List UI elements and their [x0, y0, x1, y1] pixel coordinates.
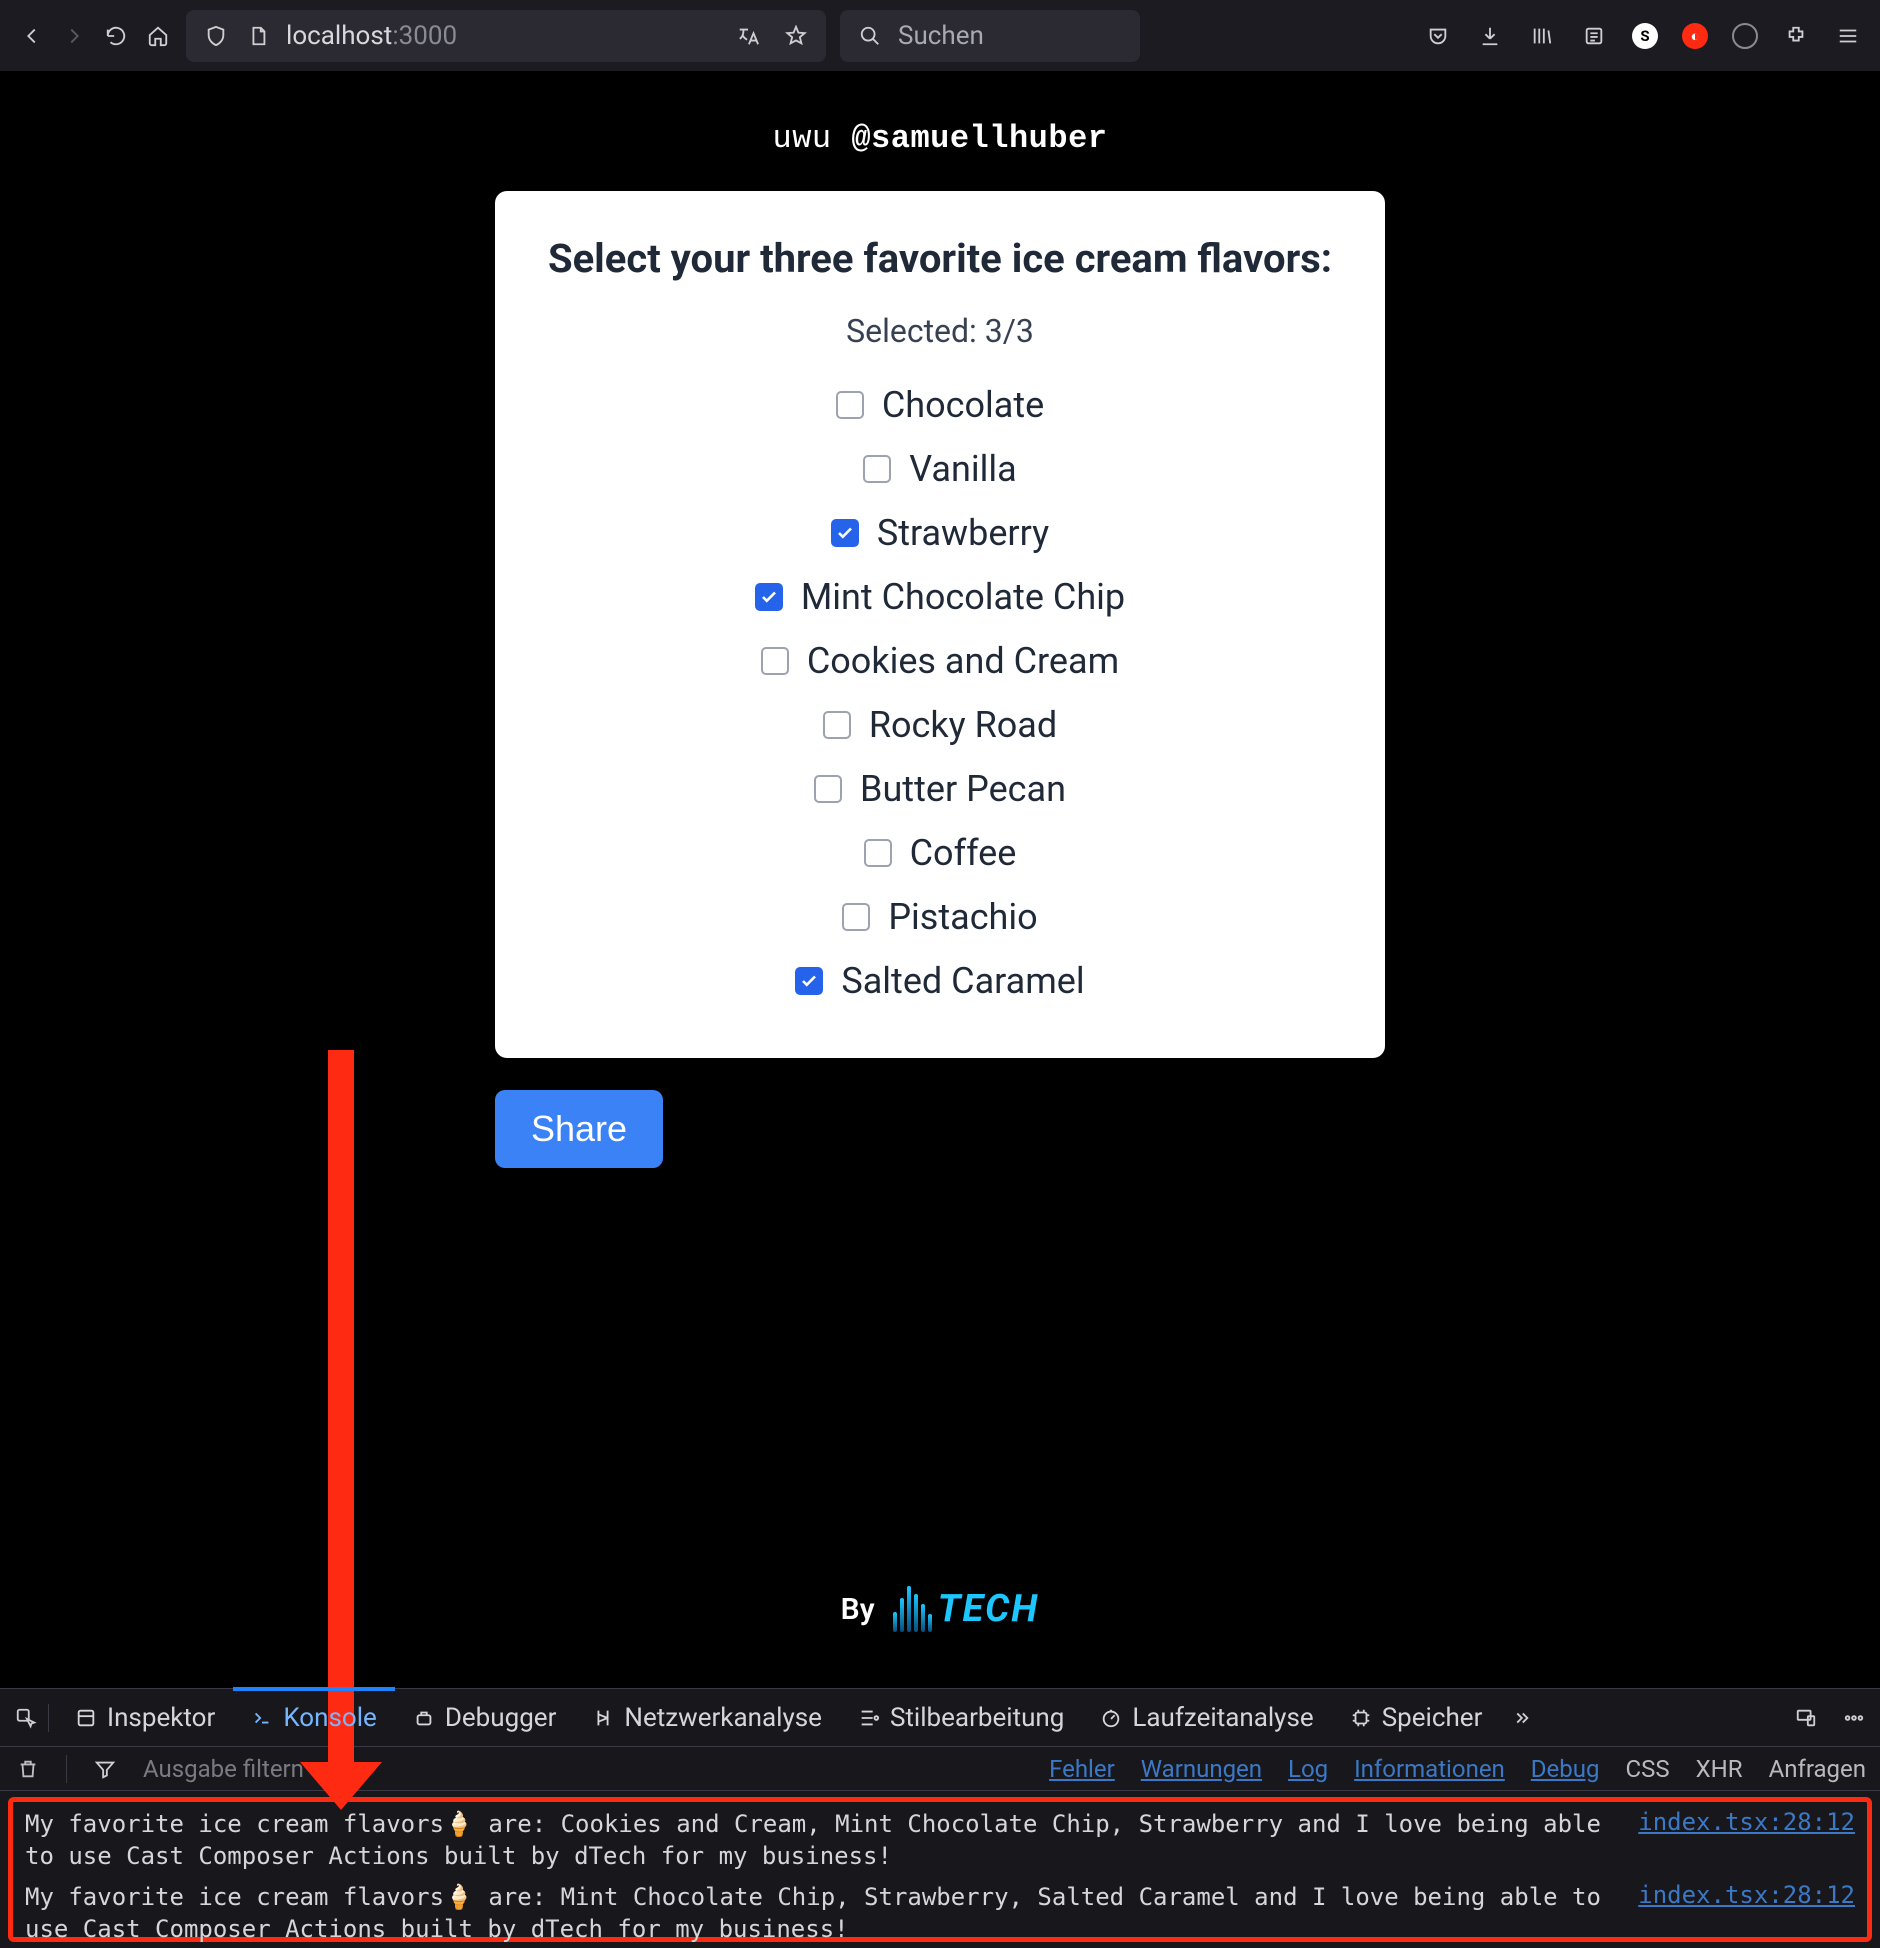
page-header: uwu @samuellhuber: [773, 72, 1108, 191]
flavor-checkbox[interactable]: [814, 775, 842, 803]
console-filter-bar: Ausgabe filtern Fehler Warnungen Log Inform…: [0, 1747, 1880, 1791]
console-level-fehler[interactable]: Fehler: [1049, 1755, 1115, 1783]
home-icon[interactable]: [144, 22, 172, 50]
console-message-text: My favorite ice cream flavors🍦 are: Cook…: [25, 1808, 1618, 1873]
flavor-label: Mint Chocolate Chip: [801, 576, 1125, 618]
flavor-checkbox[interactable]: [836, 391, 864, 419]
console-level-filters: Fehler Warnungen Log Informationen Debug CSS X…: [1049, 1755, 1866, 1783]
flavor-row[interactable]: Strawberry: [831, 512, 1049, 554]
clear-console-icon[interactable]: [14, 1755, 42, 1783]
flavor-label: Coffee: [910, 832, 1017, 874]
browser-toolbar: localhost:3000 Suchen S ◐: [0, 0, 1880, 72]
dtech-brand-text: TECH: [938, 1587, 1040, 1631]
library-icon[interactable]: [1528, 22, 1556, 50]
flavor-label: Strawberry: [877, 512, 1049, 554]
flavor-row[interactable]: Mint Chocolate Chip: [755, 576, 1125, 618]
flavor-label: Salted Caramel: [841, 960, 1084, 1002]
devtools-tabs: InspektorKonsoleDebuggerNetzwerkanalyseS…: [0, 1689, 1880, 1747]
console-message-source[interactable]: index.tsx:28:12: [1638, 1808, 1855, 1873]
search-bar[interactable]: Suchen: [840, 10, 1140, 62]
url-bar[interactable]: localhost:3000: [186, 10, 826, 62]
flavor-row[interactable]: Pistachio: [842, 896, 1037, 938]
devtools-tab-debugger[interactable]: Debugger: [395, 1689, 575, 1746]
flavor-checkbox[interactable]: [795, 967, 823, 995]
flavor-label: Butter Pecan: [860, 768, 1066, 810]
flavor-row[interactable]: Chocolate: [836, 384, 1044, 426]
console-message: My favorite ice cream flavors🍦 are: Mint…: [25, 1881, 1855, 1946]
devtools-tab-style[interactable]: Stilbearbeitung: [840, 1689, 1082, 1746]
flavor-checkbox[interactable]: [823, 711, 851, 739]
card-title: Select your three favorite ice cream fla…: [543, 235, 1337, 282]
flavor-checkbox[interactable]: [831, 519, 859, 547]
footer-credit: By TECH: [0, 1586, 1880, 1632]
console-output: My favorite ice cream flavors🍦 are: Cook…: [0, 1791, 1880, 1948]
flavor-row[interactable]: Butter Pecan: [814, 768, 1066, 810]
console-message-source[interactable]: index.tsx:28:12: [1638, 1881, 1855, 1946]
extension-badge-s[interactable]: S: [1632, 23, 1658, 49]
console-level-css[interactable]: CSS: [1625, 1755, 1669, 1783]
console-level-informationen[interactable]: Informationen: [1354, 1755, 1505, 1783]
console-level-log[interactable]: Log: [1288, 1755, 1328, 1783]
url-text: localhost:3000: [286, 21, 457, 51]
devtools-tab-console[interactable]: Konsole: [233, 1689, 395, 1746]
flavor-checkbox[interactable]: [863, 455, 891, 483]
flavor-label: Rocky Road: [869, 704, 1057, 746]
console-message: My favorite ice cream flavors🍦 are: Cook…: [25, 1808, 1855, 1873]
console-level-xhr[interactable]: XHR: [1696, 1755, 1743, 1783]
flavor-label: Chocolate: [882, 384, 1044, 426]
shield-icon[interactable]: [202, 22, 230, 50]
console-level-warnungen[interactable]: Warnungen: [1141, 1755, 1262, 1783]
selected-count: Selected: 3/3: [543, 312, 1337, 350]
devtools-tab-perf[interactable]: Laufzeitanalyse: [1082, 1689, 1331, 1746]
bookmark-star-icon[interactable]: [782, 22, 810, 50]
reader-icon[interactable]: [1580, 22, 1608, 50]
back-icon[interactable]: [18, 22, 46, 50]
devtools-tab-inspector[interactable]: Inspektor: [57, 1689, 233, 1746]
translate-icon[interactable]: [734, 22, 762, 50]
flavor-row[interactable]: Salted Caramel: [795, 960, 1084, 1002]
reload-icon[interactable]: [102, 22, 130, 50]
flavor-row[interactable]: Vanilla: [863, 448, 1016, 490]
flavor-label: Pistachio: [888, 896, 1037, 938]
downloads-icon[interactable]: [1476, 22, 1504, 50]
flavor-label: Cookies and Cream: [807, 640, 1119, 682]
flavor-checkbox[interactable]: [864, 839, 892, 867]
flavor-list: Chocolate Vanilla Strawberry Mint Chocolate…: [543, 384, 1337, 1002]
flavor-checkbox[interactable]: [755, 583, 783, 611]
console-filter-input[interactable]: Ausgabe filtern: [135, 1755, 312, 1783]
search-icon: [856, 22, 884, 50]
responsive-icon[interactable]: [1792, 1704, 1820, 1732]
devtools-panel: InspektorKonsoleDebuggerNetzwerkanalyseS…: [0, 1688, 1880, 1948]
footer-by-label: By: [841, 1592, 875, 1627]
flavor-row[interactable]: Cookies and Cream: [761, 640, 1119, 682]
extension-badge-empty[interactable]: [1732, 23, 1758, 49]
page-content: uwu @samuellhuber Select your three favo…: [0, 72, 1880, 1688]
devtools-menu-icon[interactable]: [1840, 1704, 1868, 1732]
pocket-icon[interactable]: [1424, 22, 1452, 50]
extensions-icon[interactable]: [1782, 22, 1810, 50]
extension-badge-ublock[interactable]: ◐: [1682, 23, 1708, 49]
devtools-tab-memory[interactable]: Speicher: [1332, 1689, 1501, 1746]
filter-funnel-icon[interactable]: [91, 1755, 119, 1783]
flavor-row[interactable]: Coffee: [864, 832, 1017, 874]
flavor-checkbox[interactable]: [842, 903, 870, 931]
devtools-tab-network[interactable]: Netzwerkanalyse: [574, 1689, 840, 1746]
flavor-card: Select your three favorite ice cream fla…: [495, 191, 1385, 1058]
annotation-arrow: [328, 1050, 354, 1766]
page-icon: [244, 22, 272, 50]
console-level-anfragen[interactable]: Anfragen: [1769, 1755, 1866, 1783]
menu-icon[interactable]: [1834, 22, 1862, 50]
forward-icon: [60, 22, 88, 50]
more-tabs-icon[interactable]: [1506, 1704, 1534, 1732]
flavor-row[interactable]: Rocky Road: [823, 704, 1057, 746]
pick-element-icon[interactable]: [12, 1704, 40, 1732]
search-placeholder: Suchen: [898, 21, 984, 51]
flavor-label: Vanilla: [909, 448, 1016, 490]
console-level-debug[interactable]: Debug: [1531, 1755, 1600, 1783]
console-message-text: My favorite ice cream flavors🍦 are: Mint…: [25, 1881, 1618, 1946]
dtech-logo: TECH: [893, 1586, 1040, 1632]
share-button[interactable]: Share: [495, 1090, 663, 1168]
flavor-checkbox[interactable]: [761, 647, 789, 675]
